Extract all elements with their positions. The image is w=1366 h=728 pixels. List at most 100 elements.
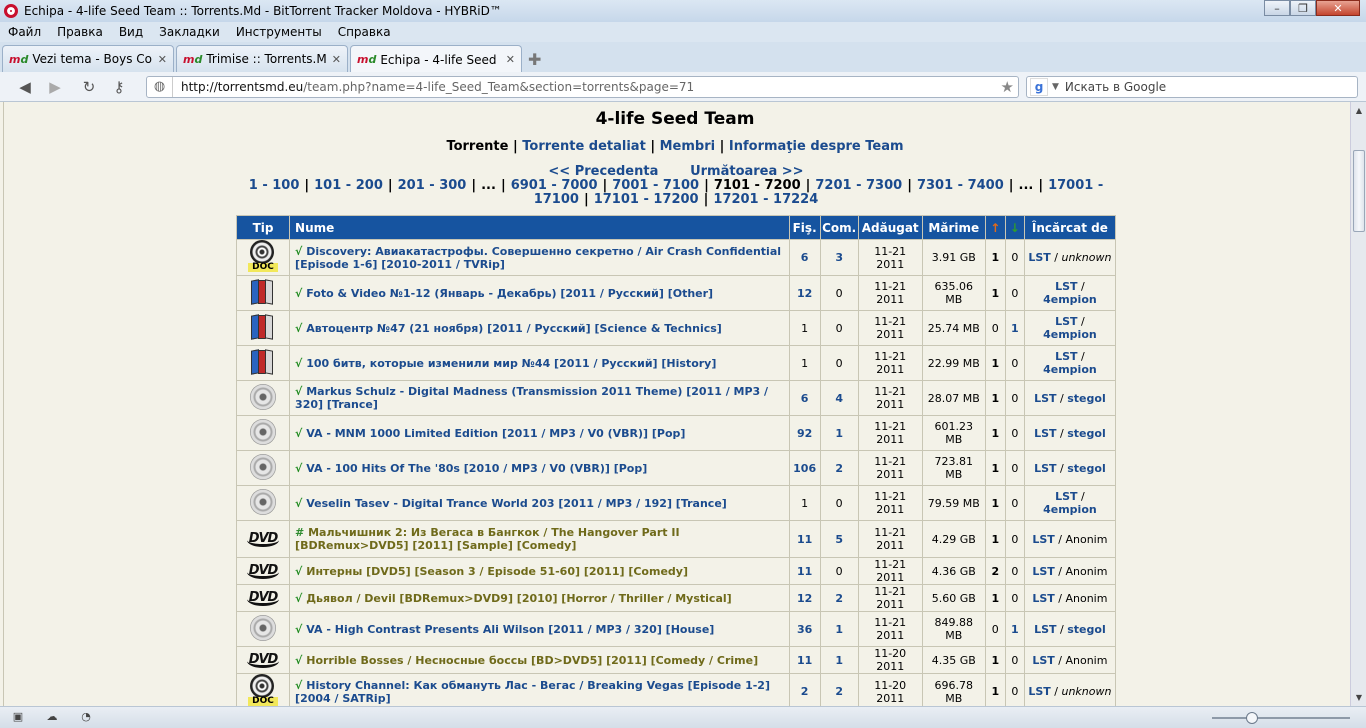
category-cell[interactable]	[235, 415, 291, 451]
comments-count[interactable]: 3	[819, 239, 859, 276]
category-cell[interactable]	[235, 345, 291, 381]
uploader-user[interactable]: 4empion	[1043, 363, 1097, 376]
files-count-value[interactable]: 12	[797, 287, 812, 300]
panel-toggle-icon[interactable]: ▣	[10, 711, 26, 723]
torrent-name-cell[interactable]: √ Discovery: Авиакатастрофы. Совершенно …	[289, 239, 790, 276]
files-count-value[interactable]: 106	[793, 462, 816, 475]
speed-dial-icon[interactable]: ◔	[78, 711, 94, 723]
scroll-up-arrow-icon[interactable]: ▲	[1353, 106, 1365, 115]
torrent-name-cell[interactable]: √ VA - 100 Hits Of The '80s [2010 / MP3 …	[289, 450, 790, 486]
new-tab-plus-icon[interactable]: ✚	[528, 50, 541, 69]
files-count-value[interactable]: 6	[801, 251, 809, 264]
reload-icon[interactable]: ↻	[80, 78, 98, 96]
subnav-torrente-detaliat[interactable]: Torrente detaliat	[522, 139, 646, 154]
files-count[interactable]: 11	[788, 646, 821, 674]
files-count-value[interactable]: 11	[797, 565, 812, 578]
col-fisiere[interactable]: Fiş.	[788, 215, 821, 240]
subnav-membri[interactable]: Membri	[660, 139, 715, 154]
address-bar[interactable]: ◍ http://torrentsmd.eu/team.php?name=4-l…	[146, 76, 1019, 98]
uploader-user[interactable]: 4empion	[1043, 503, 1097, 516]
pager-page-link[interactable]: 17101 - 17200	[594, 192, 699, 207]
files-count[interactable]: 6	[788, 239, 821, 276]
comments-count-value[interactable]: 1	[835, 427, 843, 440]
category-cell[interactable]	[235, 310, 291, 346]
tab-close-icon[interactable]: ✕	[506, 53, 515, 66]
col-incarcat-de[interactable]: Încărcat de	[1023, 215, 1117, 240]
files-count-value[interactable]: 12	[797, 592, 812, 605]
torrent-name-cell[interactable]: √ Автоцентр №47 (21 ноября) [2011 / Русс…	[289, 310, 790, 346]
leechers-count-value[interactable]: 1	[1011, 322, 1019, 335]
pager-page-link[interactable]: 101 - 200	[314, 178, 383, 193]
maximize-button[interactable]: ❐	[1290, 0, 1316, 16]
leechers-arrow-icon[interactable]: ↓	[1010, 221, 1020, 235]
files-count-value[interactable]: 36	[797, 623, 812, 636]
files-count[interactable]: 12	[788, 275, 821, 311]
back-arrow-icon[interactable]: ◀	[16, 78, 34, 96]
tab-trimise[interactable]: md Trimise :: Torrents.Md ... ✕	[176, 45, 348, 72]
torrent-name-link[interactable]: 100 битв, которые изменили мир №44 [2011…	[306, 357, 716, 370]
category-cell[interactable]: DVD	[235, 520, 291, 558]
tab-close-icon[interactable]: ✕	[332, 53, 341, 66]
zoom-slider-knob[interactable]	[1246, 712, 1258, 724]
key-icon[interactable]: ⚷	[110, 78, 128, 96]
col-marime[interactable]: Mărime	[921, 215, 986, 240]
category-cell[interactable]	[235, 485, 291, 521]
bookmark-star-icon[interactable]: ★	[1001, 78, 1014, 96]
torrent-name-cell[interactable]: √ Дьявол / Devil [BDRemux>DVD9] [2010] […	[289, 584, 790, 612]
uploader-group-link[interactable]: LST	[1032, 533, 1054, 546]
uploader-group-link[interactable]: LST	[1034, 623, 1056, 636]
pager-next-link[interactable]: Următoarea >>	[690, 164, 804, 179]
col-comentarii[interactable]: Com.	[819, 215, 859, 240]
uploader-group-link[interactable]: LST	[1028, 251, 1050, 264]
pager-page-link[interactable]: 1 - 100	[249, 178, 300, 193]
search-input[interactable]: Искать в Google	[1065, 80, 1166, 94]
torrent-name-link[interactable]: Интерны [DVD5] [Season 3 / Episode 51-60…	[306, 565, 688, 578]
torrent-name-cell[interactable]: √ Интерны [DVD5] [Season 3 / Episode 51-…	[289, 557, 790, 585]
torrent-name-cell[interactable]: # Мальчишник 2: Из Вегаса в Бангкок / Th…	[289, 520, 790, 558]
pager-page-link[interactable]: 7201 - 7300	[815, 178, 902, 193]
comments-count[interactable]: 2	[819, 450, 859, 486]
address-url[interactable]: http://torrentsmd.eu/team.php?name=4-lif…	[173, 80, 694, 94]
google-icon[interactable]: g	[1030, 78, 1048, 96]
tab-echipa[interactable]: md Echipa - 4-life Seed Tea... ✕	[350, 45, 522, 73]
comments-count-value[interactable]: 2	[835, 462, 843, 475]
menu-file[interactable]: Файл	[0, 25, 49, 39]
files-count[interactable]: 12	[788, 584, 821, 612]
col-adaugat[interactable]: Adăugat	[857, 215, 923, 240]
subnav-info-team[interactable]: Informaţie despre Team	[729, 139, 904, 154]
category-cell[interactable]	[235, 450, 291, 486]
search-engine-dropdown-icon[interactable]: ▼	[1052, 82, 1059, 92]
leechers-count[interactable]: 1	[1004, 611, 1025, 647]
torrent-name-link[interactable]: Автоцентр №47 (21 ноября) [2011 / Русски…	[306, 322, 722, 335]
comments-count[interactable]: 2	[819, 673, 859, 706]
uploader-group-link[interactable]: LST	[1055, 315, 1077, 328]
torrent-name-link[interactable]: VA - MNM 1000 Limited Edition [2011 / MP…	[306, 427, 685, 440]
files-count-value[interactable]: 92	[797, 427, 812, 440]
torrent-name-cell[interactable]: √ Markus Schulz - Digital Madness (Trans…	[289, 380, 790, 416]
vertical-scrollbar[interactable]: ▲ ▼	[1350, 102, 1366, 706]
torrent-name-cell[interactable]: √ Foto & Video №1-12 (Январь - Декабрь) …	[289, 275, 790, 311]
files-count[interactable]: 11	[788, 557, 821, 585]
category-cell[interactable]	[235, 380, 291, 416]
torrent-name-link[interactable]: VA - 100 Hits Of The '80s [2010 / MP3 / …	[306, 462, 647, 475]
cloud-icon[interactable]: ☁	[44, 711, 60, 723]
files-count[interactable]: 106	[788, 450, 821, 486]
comments-count[interactable]: 4	[819, 380, 859, 416]
torrent-name-cell[interactable]: √ Veselin Tasev - Digital Trance World 2…	[289, 485, 790, 521]
pager-prev-link[interactable]: << Precedenta	[548, 164, 658, 179]
torrent-name-link[interactable]: VA - High Contrast Presents Ali Wilson […	[306, 623, 714, 636]
uploader-group-link[interactable]: LST	[1055, 490, 1077, 503]
files-count-value[interactable]: 2	[801, 685, 809, 698]
comments-count[interactable]: 1	[819, 415, 859, 451]
files-count[interactable]: 2	[788, 673, 821, 706]
menu-bookmarks[interactable]: Закладки	[151, 25, 228, 39]
comments-count[interactable]: 1	[819, 611, 859, 647]
comments-count-value[interactable]: 2	[835, 685, 843, 698]
category-cell[interactable]: DOC	[235, 673, 291, 706]
comments-count-value[interactable]: 2	[835, 592, 843, 605]
col-nume[interactable]: Nume	[289, 215, 790, 240]
torrent-name-cell[interactable]: √ History Channel: Как обмануть Лас - Ве…	[289, 673, 790, 706]
menu-tools[interactable]: Инструменты	[228, 25, 330, 39]
uploader-group-link[interactable]: LST	[1055, 280, 1077, 293]
uploader-group-link[interactable]: LST	[1055, 350, 1077, 363]
